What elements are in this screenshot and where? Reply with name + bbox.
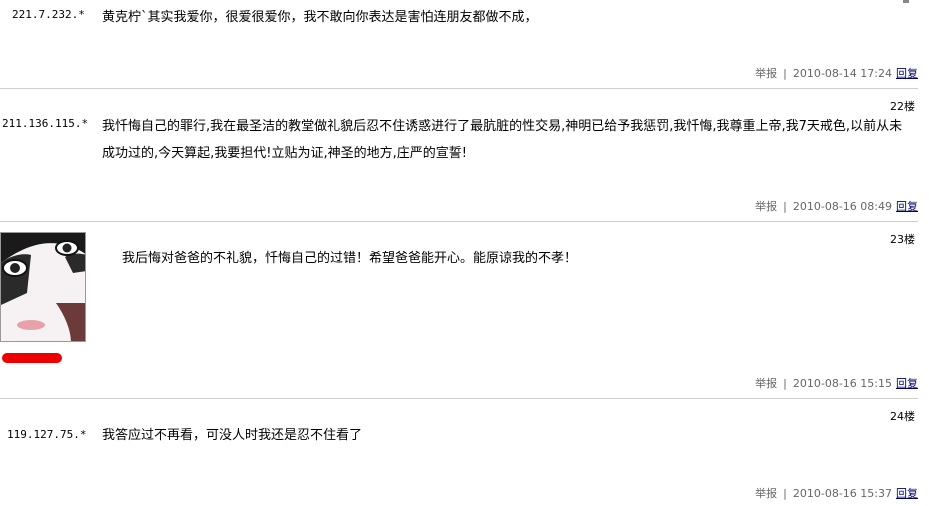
- meta-separator: |: [783, 377, 787, 390]
- post-date: 2010-08-14 17:24: [792, 67, 892, 80]
- post-divider: [0, 88, 918, 89]
- post-content: 我后悔对爸爸的不礼貌，忏悔自己的过错！希望爸爸能开心。能原谅我的不孝！: [122, 251, 578, 266]
- user-avatar[interactable]: [0, 232, 86, 342]
- reply-link[interactable]: 回复: [896, 377, 918, 390]
- report-link[interactable]: 举报: [755, 487, 777, 500]
- post-meta: 举报 | 2010-08-16 15:37 回复: [755, 485, 918, 501]
- reply-link[interactable]: 回复: [896, 67, 918, 80]
- meta-separator: |: [783, 200, 787, 213]
- report-link[interactable]: 举报: [755, 377, 777, 390]
- poster-ip: 119.127.75.*: [7, 428, 87, 441]
- post-date: 2010-08-16 08:49: [792, 200, 892, 213]
- report-link[interactable]: 举报: [755, 200, 777, 213]
- post-date: 2010-08-16 15:37: [792, 487, 892, 500]
- post-content: 我忏悔自己的罪行,我在最圣洁的教堂做礼貌后忍不住诱惑进行了最肮脏的性交易,神明已…: [102, 119, 903, 161]
- meta-separator: |: [783, 487, 787, 500]
- redacted-name-icon: [2, 353, 62, 363]
- poster-ip: 211.136.115.*: [2, 117, 89, 130]
- report-link[interactable]: 举报: [755, 67, 777, 80]
- post-content: 黄克柠`其实我爱你，很爱很爱你，我不敢向你表达是害怕连朋友都做不成，: [102, 10, 538, 25]
- post-meta: 举报 | 2010-08-16 15:15 回复: [755, 375, 918, 391]
- post-meta: 举报 | 2010-08-16 08:49 回复: [755, 198, 918, 214]
- floor-number: 23楼: [890, 233, 915, 246]
- post-divider: [0, 221, 918, 222]
- poster-ip: 221.7.232.*: [12, 8, 85, 21]
- post-divider: [0, 398, 918, 399]
- post-content: 我答应过不再看，可没人时我还是忍不住看了: [102, 428, 363, 443]
- top-edge-mark: [903, 0, 909, 3]
- floor-number: 24楼: [890, 410, 915, 423]
- floor-number: 22楼: [890, 100, 915, 113]
- avatar-photo-icon: [1, 233, 85, 341]
- reply-link[interactable]: 回复: [896, 487, 918, 500]
- meta-separator: |: [783, 67, 787, 80]
- reply-link[interactable]: 回复: [896, 200, 918, 213]
- post-date: 2010-08-16 15:15: [792, 377, 892, 390]
- post-meta: 举报 | 2010-08-14 17:24 回复: [755, 65, 918, 81]
